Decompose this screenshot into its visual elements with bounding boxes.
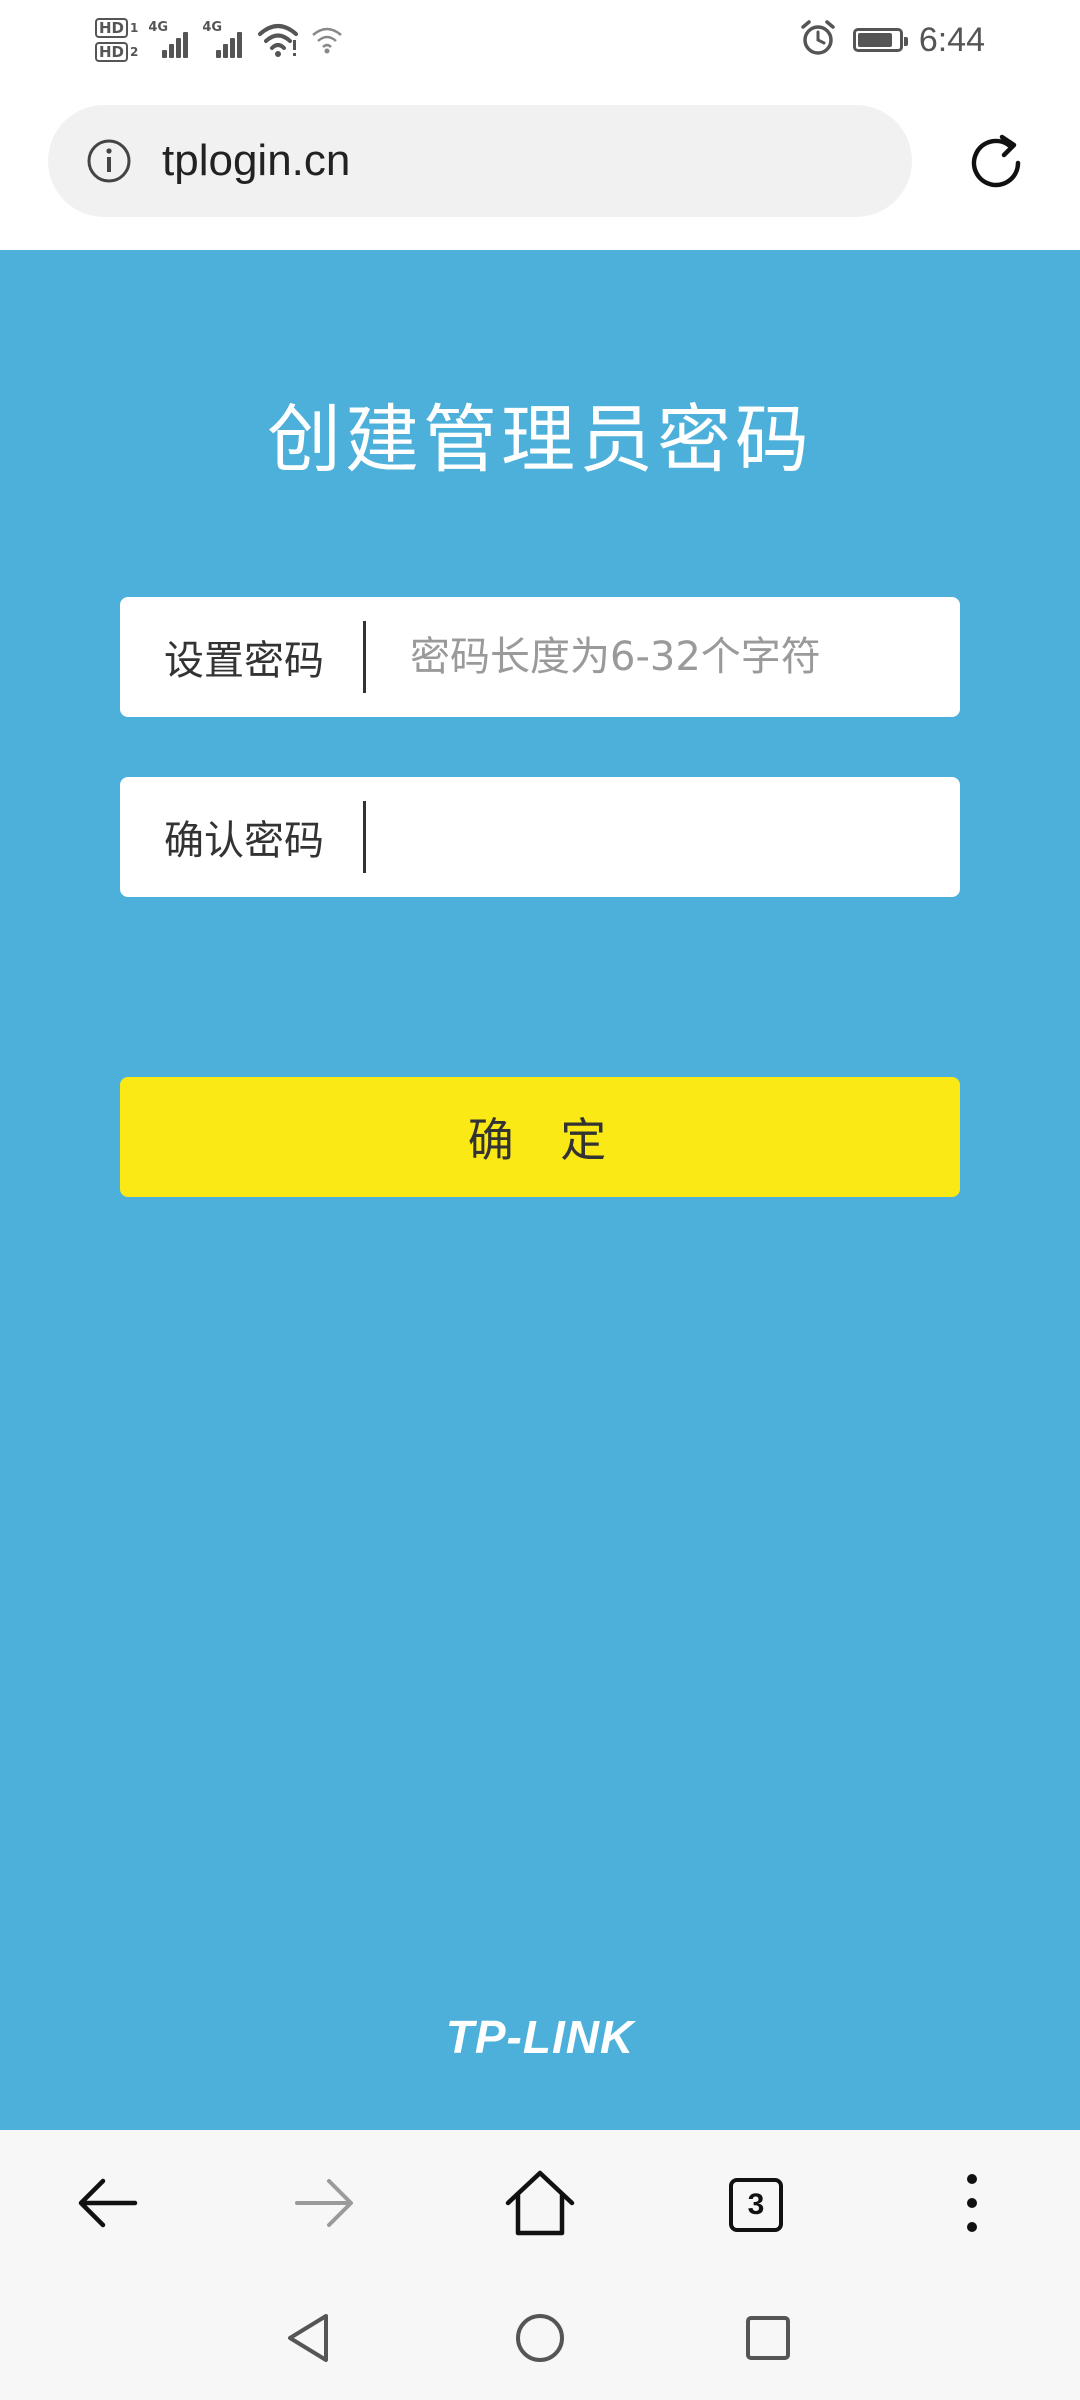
setup-page: 创建管理员密码 设置密码 确认密码 确 定 TP-LINK [0, 250, 1080, 2130]
sim2-indicator: HD 2 [95, 42, 138, 62]
reload-button[interactable] [956, 125, 1036, 205]
forward-arrow-icon[interactable] [291, 2173, 357, 2237]
set-password-field[interactable]: 设置密码 [120, 597, 960, 717]
confirm-password-label: 确认密码 [164, 818, 324, 864]
confirm-button[interactable]: 确 定 [120, 1077, 960, 1197]
system-nav-bar [0, 2280, 1080, 2400]
page-title: 创建管理员密码 [267, 397, 813, 483]
status-left: HD 1 HD 2 4G 4G [95, 10, 344, 70]
nav-back-icon[interactable] [284, 2312, 332, 2368]
back-arrow-icon[interactable] [75, 2173, 141, 2237]
url-text[interactable]: tplogin.cn [162, 136, 350, 186]
info-icon[interactable] [86, 138, 132, 184]
set-password-label: 设置密码 [164, 638, 324, 684]
signal-icon-2: 4G [202, 20, 246, 58]
browser-toolbar: 3 [0, 2130, 1080, 2280]
more-menu-icon[interactable] [965, 2171, 979, 2239]
status-right: 6:44 [799, 14, 985, 66]
tabs-icon[interactable]: 3 [729, 2178, 783, 2232]
battery-icon [852, 28, 908, 52]
alarm-icon [799, 19, 837, 61]
nav-recents-button[interactable] [728, 2300, 808, 2380]
battery-level [857, 33, 892, 47]
back-button[interactable] [68, 2165, 148, 2245]
network-type-1: 4G [148, 20, 169, 35]
nav-home-button[interactable] [500, 2300, 580, 2380]
confirm-password-input[interactable] [366, 777, 960, 897]
tabs-button[interactable]: 3 [716, 2165, 796, 2245]
wifi-icon [256, 22, 300, 58]
network-type-2: 4G [202, 20, 223, 35]
nav-recents-icon[interactable] [744, 2314, 792, 2366]
confirm-password-field[interactable]: 确认密码 [120, 777, 960, 897]
url-bar[interactable]: tplogin.cn [48, 105, 912, 217]
signal-icon-1: 4G [148, 20, 192, 58]
home-button[interactable] [500, 2165, 580, 2245]
nav-back-button[interactable] [268, 2300, 348, 2380]
more-menu-button[interactable] [932, 2165, 1012, 2245]
sim1-index: 1 [130, 21, 139, 35]
tp-link-logo: TP-LINK [445, 2011, 635, 2063]
status-bar: HD 1 HD 2 4G 4G 6:44 [0, 0, 1080, 80]
hotspot-icon [310, 25, 344, 55]
home-icon[interactable] [504, 2169, 576, 2241]
reload-icon[interactable] [960, 127, 1032, 203]
address-bar: tplogin.cn [0, 80, 1080, 250]
set-password-input[interactable] [366, 597, 960, 717]
sim2-hd-label: HD [95, 42, 129, 62]
nav-home-icon[interactable] [514, 2312, 566, 2368]
sim1-indicator: HD 1 [95, 18, 138, 38]
forward-button[interactable] [284, 2165, 364, 2245]
sim1-hd-label: HD [95, 18, 129, 38]
clock: 6:44 [918, 20, 985, 59]
sim-indicators: HD 1 HD 2 [95, 18, 138, 62]
sim2-index: 2 [130, 45, 139, 59]
